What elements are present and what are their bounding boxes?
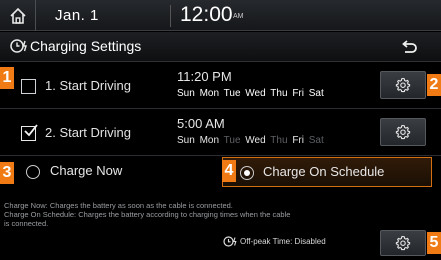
callout-badge-3: 3 xyxy=(0,162,14,184)
schedule-row-1[interactable]: 1. Start Driving 11:20 PM Sun Mon Tue We… xyxy=(0,63,441,109)
charge-now-label: Charge Now xyxy=(50,163,123,178)
day-fri: Fri xyxy=(292,135,304,146)
callout-badge-2: 2 xyxy=(427,74,441,96)
day-tue: Tue xyxy=(223,135,241,146)
home-button[interactable] xyxy=(0,0,36,31)
day-thu: Thu xyxy=(270,88,288,99)
description-line-3: is connected. xyxy=(4,219,49,228)
day-mon: Mon xyxy=(199,88,220,99)
day-mon: Mon xyxy=(199,135,220,146)
gear-icon xyxy=(395,235,411,251)
day-wed: Wed xyxy=(245,88,266,99)
charge-on-schedule-option[interactable]: Charge On Schedule xyxy=(222,157,432,187)
offpeak-settings-button[interactable] xyxy=(380,230,426,256)
schedule-2-checkbox[interactable] xyxy=(21,124,38,141)
clock-time: 12:00 xyxy=(180,3,233,26)
charge-now-option[interactable]: Charge Now xyxy=(0,157,220,187)
schedule-2-days: Sun Mon Tue Wed Thu Fri Sat xyxy=(177,135,326,146)
charge-on-schedule-label: Charge On Schedule xyxy=(263,164,385,179)
callout-badge-5: 5 xyxy=(427,232,441,254)
title-bar: Charging Settings xyxy=(0,32,441,62)
back-arrow-icon xyxy=(402,40,417,53)
schedule-1-days: Sun Mon Tue Wed Thu Fri Sat xyxy=(177,88,326,99)
date-display: Jan. 1 xyxy=(55,7,99,24)
day-sat: Sat xyxy=(308,135,324,146)
check-icon xyxy=(24,124,38,137)
home-icon xyxy=(9,7,26,24)
day-fri: Fri xyxy=(292,88,304,99)
schedule-1-time: 11:20 PM xyxy=(177,69,232,84)
day-sun: Sun xyxy=(177,135,195,146)
callout-badge-1: 1 xyxy=(0,67,14,89)
charge-mode-selector: Charge Now Charge On Schedule xyxy=(0,157,441,187)
charging-clock-icon xyxy=(10,39,27,53)
charge-now-radio[interactable] xyxy=(26,165,40,179)
page-title: Charging Settings xyxy=(30,38,142,54)
day-thu: Thu xyxy=(270,135,288,146)
schedule-1-label: 1. Start Driving xyxy=(45,78,131,93)
schedule-1-settings-button[interactable] xyxy=(380,71,426,99)
gear-icon xyxy=(395,77,411,93)
day-tue: Tue xyxy=(223,88,241,99)
charge-on-schedule-radio[interactable] xyxy=(240,166,254,180)
gear-icon xyxy=(395,124,411,140)
divider xyxy=(170,5,171,27)
offpeak-status: Off-peak Time: Disabled xyxy=(240,237,326,246)
schedule-2-settings-button[interactable] xyxy=(380,118,426,146)
schedule-1-checkbox[interactable] xyxy=(21,79,36,94)
schedule-row-2[interactable]: 2. Start Driving 5:00 AM Sun Mon Tue Wed… xyxy=(0,110,441,156)
day-wed: Wed xyxy=(245,135,266,146)
day-sun: Sun xyxy=(177,88,195,99)
status-bar: Jan. 1 12:00 AM xyxy=(0,0,441,31)
description-line-1: Charge Now: Charges the battery as soon … xyxy=(4,201,233,210)
schedule-2-label: 2. Start Driving xyxy=(45,125,131,140)
schedule-2-time: 5:00 AM xyxy=(177,116,225,131)
description-text: Charge Now: Charges the battery as soon … xyxy=(4,201,436,228)
callout-badge-4: 4 xyxy=(222,160,236,182)
clock-ampm: AM xyxy=(233,13,244,20)
offpeak-clock-icon xyxy=(223,236,237,247)
description-line-2: Charge On Schedule: Charges the battery … xyxy=(4,210,291,219)
day-sat: Sat xyxy=(308,88,324,99)
back-button[interactable] xyxy=(388,35,430,59)
